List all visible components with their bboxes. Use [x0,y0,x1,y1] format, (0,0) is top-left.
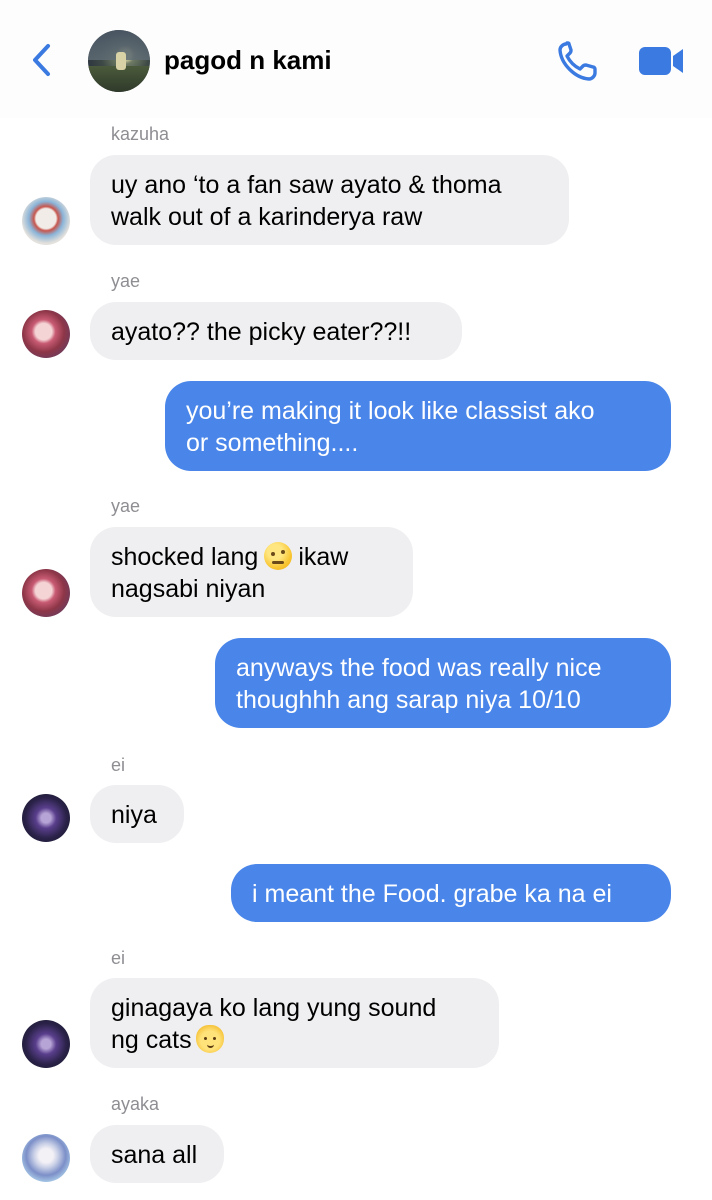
sender-label: ei [111,755,126,775]
message-line: thoughhh ang sarap niya 10/10 [236,686,581,714]
video-camera-icon[interactable] [638,44,686,78]
sender-label: ayaka [111,1094,160,1114]
sender-label: ei [111,948,126,968]
message-bubble-outgoing[interactable]: anyways the food was really nice thoughh… [215,638,671,728]
sender-label: kazuha [111,124,170,144]
phone-icon[interactable] [557,40,601,82]
message-line: i meant the Food. grabe ka na ei [252,880,612,908]
message-line: ng cats [111,1024,478,1056]
message-line: or something.... [186,429,359,457]
avatar-ei[interactable] [22,1020,70,1068]
message-line: shocked lang ikaw [111,542,349,571]
message-line: uy ano ‘to a fan saw ayato & thoma [111,171,502,199]
avatar-ei[interactable] [22,794,70,842]
message-line: nagsabi niyan [111,575,266,603]
message-line: walk out of a karinderya raw [111,203,423,231]
message-line: niya [111,801,157,829]
message-bubble[interactable]: ayato?? the picky eater??!! [90,302,462,360]
message-line: ginagaya ko lang yung sound [111,994,437,1022]
avatar-kazuha[interactable] [22,197,70,245]
avatar-yae[interactable] [22,310,70,358]
sender-label: yae [111,496,141,516]
group-avatar[interactable] [88,30,150,92]
avatar-ayaka[interactable] [22,1134,70,1182]
message-bubble[interactable]: uy ano ‘to a fan saw ayato & thoma walk … [90,155,569,245]
message-line: sana all [111,1141,198,1169]
sender-label: yae [111,271,141,291]
message-line: ayato?? the picky eater??!! [111,318,412,346]
avatar-yae[interactable] [22,569,70,617]
group-title[interactable]: pagod n kami [164,45,332,76]
message-bubble[interactable]: sana all [90,1125,224,1183]
cat-face-emoji [195,1025,224,1053]
message-bubble-outgoing[interactable]: you’re making it look like classist ako … [165,381,671,471]
chat-header: pagod n kami [0,0,712,118]
raised-eyebrow-emoji [264,542,293,570]
message-bubble-outgoing[interactable]: i meant the Food. grabe ka na ei [231,864,671,922]
message-bubble[interactable]: niya [90,785,184,843]
message-line: you’re making it look like classist ako [186,397,595,425]
message-bubble[interactable]: ginagaya ko lang yung sound ng cats [90,978,499,1068]
message-line: anyways the food was really nice [236,654,602,682]
message-bubble[interactable]: shocked lang ikaw nagsabi niyan [90,527,413,617]
chevron-left-icon[interactable] [26,40,60,80]
